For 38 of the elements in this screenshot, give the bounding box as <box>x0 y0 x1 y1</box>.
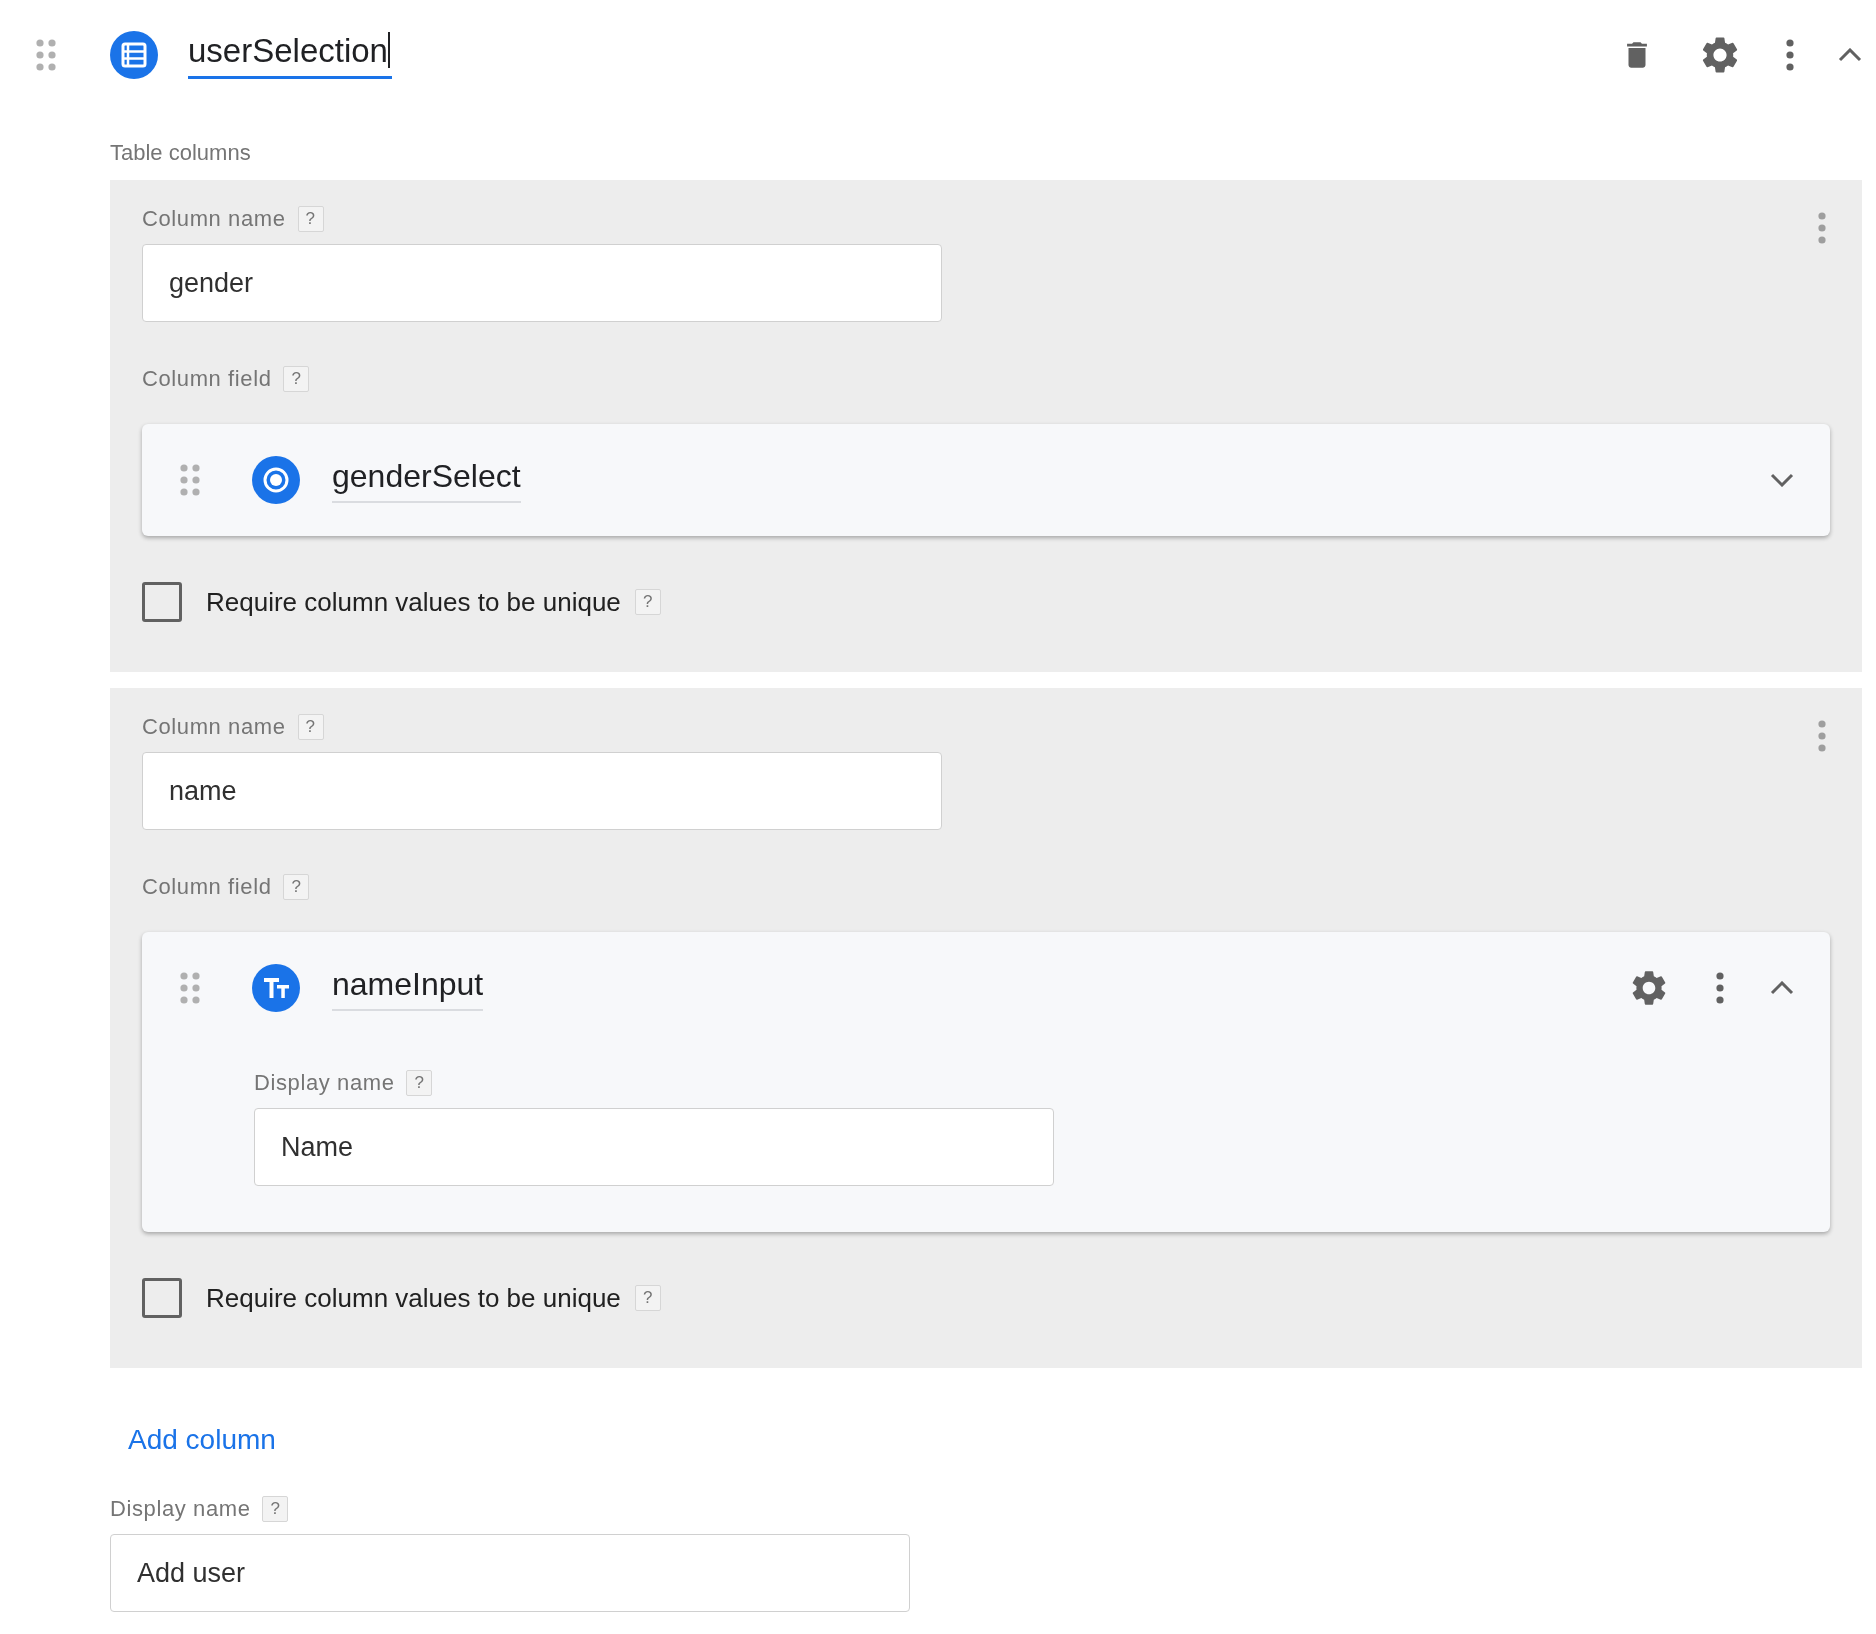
display-name-input[interactable]: Add user <box>110 1534 910 1612</box>
display-name-input[interactable]: Name <box>254 1108 1054 1186</box>
field-label: Column field <box>142 874 272 900</box>
field-label: Column field <box>142 366 272 392</box>
collapse-chevron-icon[interactable] <box>1838 48 1862 62</box>
field-name[interactable]: genderSelect <box>332 457 521 503</box>
help-button[interactable]: ? <box>283 366 310 392</box>
checkbox[interactable] <box>142 1278 182 1318</box>
help-button[interactable]: ? <box>297 714 324 740</box>
checkbox-label: Require column values to be unique <box>206 586 621 618</box>
help-button[interactable]: ? <box>283 874 310 900</box>
column-name-input[interactable]: name <box>142 752 942 830</box>
drag-handle-icon[interactable] <box>180 972 200 1004</box>
add-column-link[interactable]: Add column <box>128 1424 276 1456</box>
help-button[interactable]: ? <box>406 1070 433 1096</box>
drag-handle-icon[interactable] <box>180 464 200 496</box>
help-button[interactable]: ? <box>634 1285 661 1311</box>
checkbox[interactable] <box>142 582 182 622</box>
field-label: Column name <box>142 206 286 232</box>
section-label: Table columns <box>110 140 252 166</box>
field-label: Column name <box>142 714 286 740</box>
help-button[interactable]: ? <box>297 206 324 232</box>
more-options-icon[interactable] <box>1786 39 1794 71</box>
more-options-icon[interactable] <box>1716 972 1724 1004</box>
collapse-chevron-icon[interactable] <box>1770 981 1794 995</box>
help-button[interactable]: ? <box>262 1496 289 1522</box>
title-field[interactable]: userSelection <box>188 31 392 79</box>
field-label: Display name <box>110 1496 251 1522</box>
drag-handle-icon[interactable] <box>36 39 56 71</box>
table-icon <box>110 31 158 79</box>
radio-button-icon <box>252 456 300 504</box>
help-button[interactable]: ? <box>634 589 661 615</box>
field-label: Display name <box>254 1070 395 1096</box>
expand-chevron-icon[interactable] <box>1770 473 1794 487</box>
field-name[interactable]: nameInput <box>332 965 484 1011</box>
column-name-input[interactable]: gender <box>142 244 942 322</box>
text-type-icon <box>252 964 300 1012</box>
checkbox-label: Require column values to be unique <box>206 1282 621 1314</box>
